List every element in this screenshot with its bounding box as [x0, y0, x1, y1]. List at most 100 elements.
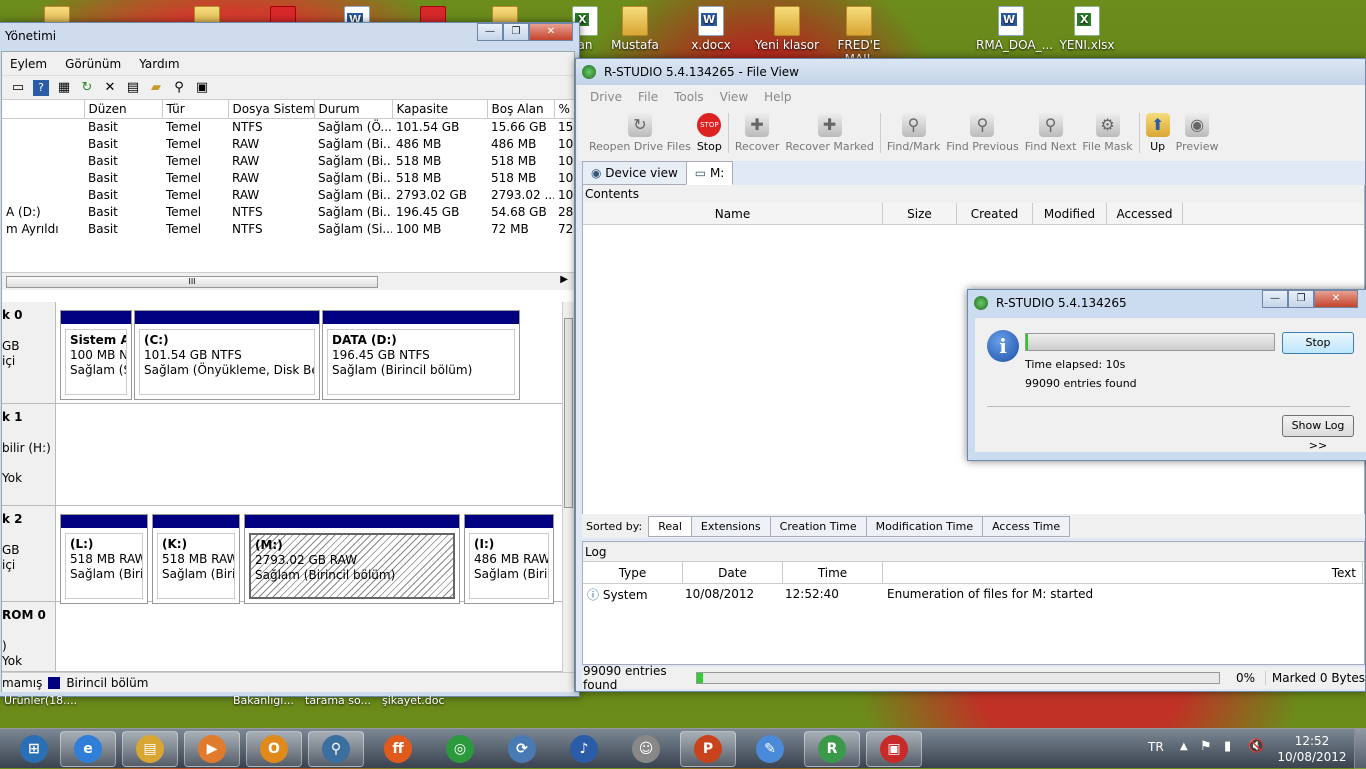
maximize-button[interactable]: ❐ — [1288, 290, 1314, 308]
action-center-icon[interactable]: ⚑ — [1200, 739, 1212, 754]
table-row[interactable]: Basit Temel RAW Sağlam (Bi... 518 MB 518 MB 10… — [2, 169, 574, 186]
table-row[interactable]: A (D:) Basit Temel NTFS Sağlam (Bi... 196.45 … — [2, 203, 574, 220]
partition[interactable]: (C:) 101.54 GB NTFS Sağlam (Önyükleme, Dis… — [134, 310, 320, 400]
back-icon[interactable]: ▭ — [10, 80, 26, 96]
column-header[interactable]: Modified — [1033, 203, 1107, 224]
explorer-icon[interactable]: ▤ — [122, 731, 178, 767]
help-icon[interactable]: ? — [33, 79, 49, 96]
delete-icon[interactable]: ✕ — [102, 80, 118, 96]
minimize-button[interactable]: — — [477, 23, 503, 41]
toolbar-button[interactable]: STOP Stop — [694, 109, 725, 153]
log-row[interactable]: ⓘ System 10/08/2012 12:52:40 Enumeration of… — [583, 584, 1364, 604]
close-button[interactable]: ✕ — [529, 23, 573, 41]
menu-item[interactable]: Yardım — [139, 57, 179, 71]
grid-icon[interactable]: ▦ — [56, 80, 72, 96]
column-header[interactable]: Tür — [162, 100, 229, 119]
partition[interactable]: (L:)518 MB RAWSağlam (Birinc — [60, 514, 148, 604]
menu-item[interactable]: Eylem — [10, 57, 47, 71]
sort-tab[interactable]: Modification Time — [865, 515, 984, 537]
menu-item[interactable]: Help — [764, 90, 791, 104]
column-header[interactable]: Created — [957, 203, 1033, 224]
partition[interactable]: (I:)486 MB RAWSağlam (Birinc — [464, 514, 554, 604]
outlook-icon[interactable]: O — [246, 731, 302, 767]
column-header[interactable]: Accessed — [1107, 203, 1183, 224]
menu-item[interactable]: Görünüm — [65, 57, 121, 71]
show-hidden-icons-icon[interactable]: ▲ — [1180, 741, 1188, 752]
column-header[interactable]: Dosya Sistemi — [228, 100, 315, 119]
column-header[interactable]: Boş Alan — [487, 100, 555, 119]
column-header[interactable]: Düzen — [84, 100, 163, 119]
refresh-icon[interactable]: ↻ — [79, 80, 95, 96]
disk-header[interactable]: k 2 GB içi — [2, 506, 56, 601]
partition[interactable]: DATA (D:) 196.45 GB NTFS Sağlam (Birincil … — [322, 310, 520, 400]
toolbar-button[interactable]: ↻ Reopen Drive Files — [586, 109, 694, 153]
toolbar-button[interactable]: ◉ Preview — [1173, 109, 1222, 153]
toolbar-button[interactable]: ✚ Recover Marked — [782, 109, 876, 153]
column-header[interactable]: % E — [554, 100, 574, 119]
language-indicator[interactable]: TR — [1148, 740, 1164, 754]
menu-item[interactable]: View — [720, 90, 748, 104]
desktop-label[interactable]: şikayet.doc — [382, 694, 445, 707]
menu-item[interactable]: Drive — [590, 90, 622, 104]
internet-explorer-icon[interactable]: e — [60, 731, 116, 767]
view-tab[interactable]: ◉ Device view — [582, 161, 687, 185]
sort-tab[interactable]: Real — [648, 515, 692, 537]
menu-item[interactable]: Tools — [674, 90, 704, 104]
rstudio-taskbar-icon[interactable]: R — [804, 731, 860, 767]
paint-icon[interactable]: ✎ — [742, 731, 798, 767]
column-header[interactable]: Kapasite — [392, 100, 488, 119]
show-desktop-button[interactable] — [1354, 729, 1366, 769]
view-tab[interactable]: ▭ M: — [685, 161, 734, 185]
chrome-icon[interactable]: ◎ — [432, 731, 488, 767]
sort-tab[interactable]: Access Time — [982, 515, 1071, 537]
toolbar-button[interactable]: ⬆ Up — [1143, 109, 1173, 153]
log-column-header[interactable]: Time — [783, 562, 883, 583]
desktop-icon[interactable]: RMA_DOA_... — [976, 4, 1053, 52]
stop-button[interactable]: Stop — [1282, 332, 1354, 354]
toolbar-button[interactable]: ⚙ File Mask — [1079, 109, 1135, 153]
search-app-icon[interactable]: ⚲ — [308, 731, 364, 767]
desktop-icon[interactable]: YENI.xlsx — [1052, 4, 1122, 52]
media-player-icon[interactable]: ▶ — [184, 731, 240, 767]
settings-icon[interactable]: ▣ — [194, 80, 210, 96]
rs-title-bar[interactable]: R-STUDIO 5.4.134265 - File View — [576, 59, 1365, 85]
desktop-icon[interactable]: Mustafa — [600, 4, 670, 52]
desktop-icon[interactable]: x.docx — [676, 4, 746, 52]
properties-icon[interactable]: ▤ — [125, 80, 141, 96]
close-button[interactable]: ✕ — [1314, 290, 1358, 308]
maximize-button[interactable]: ❐ — [503, 23, 529, 41]
table-row[interactable]: Basit Temel RAW Sağlam (Bi... 2793.02 GB 2793… — [2, 186, 574, 203]
menu-item[interactable]: File — [638, 90, 658, 104]
toolbar-button[interactable]: ✚ Recover — [732, 109, 783, 153]
partition[interactable]: (M:) 2793.02 GB RAW Sağlam (Birincil bölüm… — [244, 514, 460, 604]
column-header[interactable] — [2, 100, 85, 119]
network-icon[interactable]: ▮ — [1224, 739, 1231, 754]
disk-header[interactable]: k 1 bilir (H:) Yok — [2, 404, 56, 505]
log-column-header[interactable]: Date — [683, 562, 783, 583]
sort-tab[interactable]: Extensions — [690, 515, 771, 537]
firefox-icon[interactable]: ff — [370, 731, 426, 767]
toolbox-icon[interactable]: ▣ — [866, 731, 922, 767]
clock[interactable]: 12:52 10/08/2012 — [1268, 733, 1356, 765]
toolbar-button[interactable]: ⚲ Find Next — [1022, 109, 1080, 153]
volume-muted-icon[interactable]: 🔇 — [1248, 739, 1264, 754]
log-column-header[interactable]: Type — [583, 562, 683, 583]
scroll-thumb[interactable]: III — [6, 276, 378, 288]
open-folder-icon[interactable]: ▰ — [148, 80, 164, 96]
table-row[interactable]: Basit Temel NTFS Sağlam (Ö... 101.54 GB 15.66… — [2, 118, 574, 135]
horizontal-scrollbar[interactable]: III ▶ — [2, 272, 574, 290]
vertical-scrollbar[interactable] — [562, 302, 574, 672]
toolbar-button[interactable]: ⚲ Find Previous — [943, 109, 1022, 153]
partition[interactable]: Sistem Ayr100 MB NTSağlam (Sis — [60, 310, 132, 400]
desktop-label[interactable]: Bakanlıgı... — [233, 694, 294, 707]
minimize-button[interactable]: — — [1262, 290, 1288, 308]
partition[interactable]: (K:)518 MB RAWSağlam (Birinc — [152, 514, 240, 604]
table-row[interactable]: m Ayrıldı Basit Temel NTFS Sağlam (Si... 100 … — [2, 220, 574, 237]
column-header[interactable]: Size — [883, 203, 957, 224]
desktop-icon[interactable]: Yeni klasor — [752, 4, 822, 52]
disk-header[interactable]: k 0 GB içi — [2, 302, 56, 403]
desktop-label[interactable]: tarama so... — [305, 694, 371, 707]
desktop-icon[interactable]: FRED'E MAIL — [824, 4, 894, 66]
search-icon[interactable]: ⚲ — [171, 80, 187, 96]
column-header[interactable]: Durum — [314, 100, 393, 119]
